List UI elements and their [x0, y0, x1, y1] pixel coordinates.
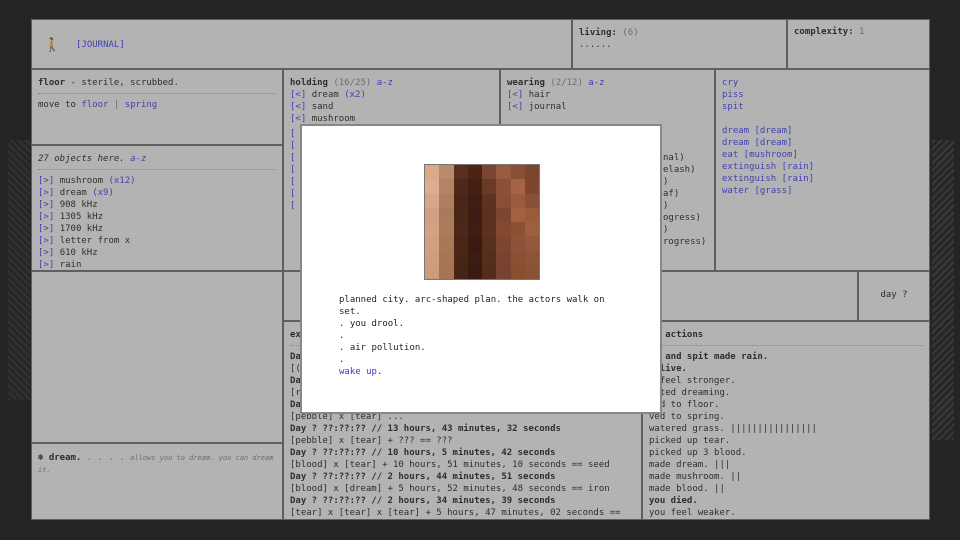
pixel	[510, 250, 525, 265]
pixel	[510, 165, 525, 180]
dream-line: . you drool.	[339, 319, 405, 329]
dream-line: . air pollution.	[339, 343, 426, 353]
pixel	[453, 179, 468, 194]
pixel	[510, 179, 525, 194]
pixel	[510, 207, 525, 222]
pixel	[482, 222, 497, 237]
pixel	[482, 250, 497, 265]
pixel	[510, 193, 525, 208]
pixel	[453, 250, 468, 265]
pixel	[453, 165, 468, 180]
pixel	[439, 236, 454, 251]
pixel	[482, 193, 497, 208]
pixel	[425, 179, 440, 194]
pixel	[510, 236, 525, 251]
game-screen: 🚶 [JOURNAL] living: (6) ...... complexit…	[0, 0, 960, 540]
pixel	[439, 179, 454, 194]
pixel	[439, 250, 454, 265]
pixel	[496, 193, 511, 208]
pixel	[496, 250, 511, 265]
pixel	[425, 250, 440, 265]
pixel	[496, 165, 511, 180]
pixel	[425, 193, 440, 208]
pixel	[482, 179, 497, 194]
dream-text: planned city. arc-shaped plan. the actor…	[339, 294, 629, 378]
dream-line: planned city. arc-shaped plan. the actor…	[339, 295, 605, 317]
wake-up-period: .	[376, 367, 383, 377]
pixel	[453, 222, 468, 237]
pixel	[425, 222, 440, 237]
pixel	[467, 165, 482, 180]
pixel	[482, 165, 497, 180]
pixel	[496, 222, 511, 237]
dream-image	[424, 164, 540, 280]
pixel	[439, 165, 454, 180]
pixel	[524, 207, 539, 222]
pixel	[496, 207, 511, 222]
pixel	[453, 207, 468, 222]
pixel	[467, 236, 482, 251]
pixel	[482, 264, 497, 279]
pixel	[439, 264, 454, 279]
pixel	[425, 207, 440, 222]
pixel	[496, 179, 511, 194]
pixel	[467, 250, 482, 265]
pixel	[467, 264, 482, 279]
pixel	[524, 179, 539, 194]
pixel	[510, 264, 525, 279]
pixel	[453, 193, 468, 208]
dream-line: .	[339, 331, 345, 341]
pixel	[524, 236, 539, 251]
pixel	[524, 222, 539, 237]
pixel	[524, 264, 539, 279]
pixel	[496, 236, 511, 251]
pixel	[524, 165, 539, 180]
pixel	[439, 193, 454, 208]
pixel	[453, 236, 468, 251]
pixel	[439, 207, 454, 222]
pixel	[439, 222, 454, 237]
pixel	[453, 264, 468, 279]
pixel	[467, 179, 482, 194]
pixel	[425, 165, 440, 180]
pixel	[496, 264, 511, 279]
pixel	[467, 193, 482, 208]
wake-up-link[interactable]: wake up	[339, 367, 377, 377]
dream-modal: planned city. arc-shaped plan. the actor…	[300, 124, 662, 414]
pixel	[467, 222, 482, 237]
pixel	[524, 193, 539, 208]
pixel	[482, 207, 497, 222]
pixel	[425, 264, 440, 279]
pixel	[482, 236, 497, 251]
pixel	[425, 236, 440, 251]
dream-line: .	[339, 355, 345, 365]
pixel	[524, 250, 539, 265]
pixel	[510, 222, 525, 237]
pixel	[467, 207, 482, 222]
